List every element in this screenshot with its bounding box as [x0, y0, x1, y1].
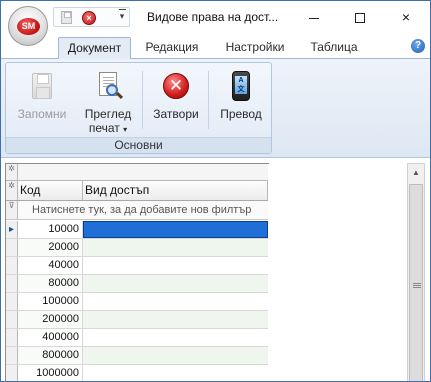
close-window-button[interactable]: × — [383, 1, 429, 33]
scrollbar-thumb[interactable] — [409, 184, 423, 381]
tab-table[interactable]: Таблица — [303, 37, 365, 59]
translate-phone-icon: A文 — [225, 71, 257, 103]
quick-close-button[interactable]: × — [81, 10, 97, 26]
row-indicator — [6, 293, 18, 310]
close-button[interactable]: ✕ Затвори — [146, 65, 206, 135]
cell-code[interactable]: 10000 — [18, 221, 83, 238]
cell-access-type[interactable] — [83, 347, 268, 364]
quick-save-button[interactable] — [59, 10, 75, 26]
grid-header-row: ✲ Код Вид достъп — [6, 181, 268, 201]
cell-code[interactable]: 400000 — [18, 329, 83, 346]
cell-code[interactable]: 20000 — [18, 239, 83, 256]
filter-icon: ⊽ — [6, 201, 18, 219]
translate-button-label: Превод — [220, 107, 262, 121]
tab-edit[interactable]: Редакция — [136, 37, 208, 59]
cell-code[interactable]: 200000 — [18, 311, 83, 328]
application-menu-button[interactable]: SM — [8, 6, 48, 46]
save-button-label: Запомни — [17, 107, 67, 121]
row-indicator — [6, 365, 18, 381]
chevron-down-icon: ▾ — [119, 11, 125, 21]
cell-access-type[interactable] — [83, 365, 268, 381]
cell-access-type[interactable] — [83, 257, 268, 274]
table-row[interactable]: 40000 — [6, 257, 268, 275]
table-row[interactable]: 200000 — [6, 311, 268, 329]
table-row[interactable]: 100000 — [6, 293, 268, 311]
group-panel-row[interactable]: ✲ — [6, 164, 268, 181]
cell-code[interactable]: 800000 — [18, 347, 83, 364]
print-preview-button[interactable]: Преглед печат ▾ — [78, 65, 138, 135]
print-preview-icon — [92, 71, 124, 103]
scroll-up-icon[interactable]: ▲ — [408, 165, 424, 181]
ribbon-group-label: Основни — [6, 137, 271, 153]
application-window: SM × ▾ Видове права на дост... × Докумен… — [0, 0, 431, 382]
cell-access-type[interactable] — [83, 275, 268, 292]
cell-access-type[interactable] — [83, 329, 268, 346]
chevron-down-icon: ▾ — [123, 125, 128, 134]
title-bar: SM × ▾ Видове права на дост... × — [1, 1, 430, 46]
ribbon-group-main: Запомни Преглед печат ▾ ✕ Затвори A文 Пре… — [5, 62, 272, 154]
maximize-icon — [355, 13, 365, 24]
row-indicator — [6, 329, 18, 346]
row-indicator — [6, 257, 18, 274]
close-icon: × — [401, 9, 411, 25]
filter-prompt: Натиснете тук, за да добавите нов филтър — [32, 204, 252, 216]
cell-code[interactable]: 100000 — [18, 293, 83, 310]
save-disk-icon — [61, 11, 72, 24]
group-panel-icon: ✲ — [6, 164, 18, 180]
tab-document[interactable]: Документ — [58, 37, 131, 59]
column-chooser-icon[interactable]: ✲ — [6, 181, 18, 200]
close-red-icon: ✕ — [160, 71, 192, 103]
customize-quick-access-button[interactable]: ▾ — [117, 7, 127, 25]
table-row[interactable]: 20000 — [6, 239, 268, 257]
filter-row[interactable]: ⊽ Натиснете тук, за да добавите нов филт… — [6, 201, 268, 220]
cell-code[interactable]: 80000 — [18, 275, 83, 292]
save-icon — [26, 71, 58, 103]
vertical-scrollbar[interactable]: ▲ — [407, 163, 425, 381]
column-header-code[interactable]: Код — [18, 181, 83, 200]
cell-code[interactable]: 1000000 — [18, 365, 83, 381]
data-grid: ✲ ✲ Код Вид достъп ⊽ Натиснете тук, за д… — [5, 163, 269, 381]
ribbon-separator — [208, 71, 209, 129]
scroll-grip-icon — [413, 283, 421, 288]
cell-access-type[interactable] — [83, 239, 268, 256]
maximize-button[interactable] — [337, 1, 383, 33]
ribbon-separator — [142, 71, 143, 129]
row-indicator — [6, 311, 18, 328]
cell-code[interactable]: 40000 — [18, 257, 83, 274]
print-preview-label: Преглед — [84, 107, 132, 121]
close-circle-icon: × — [82, 11, 96, 25]
help-icon[interactable]: ? — [411, 39, 425, 53]
customize-bar-icon — [118, 9, 126, 10]
row-indicator — [6, 239, 18, 256]
translate-button[interactable]: A文 Превод — [210, 65, 272, 135]
ribbon-panel: Запомни Преглед печат ▾ ✕ Затвори A文 Пре… — [1, 58, 430, 158]
cell-access-type[interactable] — [83, 221, 268, 238]
tab-settings[interactable]: Настройки — [214, 37, 296, 59]
cell-access-type[interactable] — [83, 311, 268, 328]
table-row[interactable]: ▸ 10000 — [6, 221, 268, 239]
table-row[interactable]: 80000 — [6, 275, 268, 293]
row-indicator — [6, 347, 18, 364]
minimize-button[interactable] — [291, 1, 337, 33]
table-row[interactable]: 1000000 — [6, 365, 268, 381]
current-row-indicator-icon: ▸ — [6, 221, 18, 238]
table-row[interactable]: 800000 — [6, 347, 268, 365]
print-preview-label-line2: печат ▾ — [78, 121, 138, 137]
minimize-icon — [309, 17, 319, 19]
row-indicator — [6, 275, 18, 292]
ribbon-tab-bar: Документ Редакция Настройки Таблица ? — [1, 35, 430, 59]
print-preview-label-2: печат — [88, 121, 120, 135]
table-row[interactable]: 400000 — [6, 329, 268, 347]
close-button-label: Затвори — [153, 107, 199, 121]
column-header-access-type[interactable]: Вид достъп — [83, 181, 268, 200]
close-x-glyph: ✕ — [163, 73, 189, 99]
save-button[interactable]: Запомни — [10, 65, 74, 135]
translate-screen-text: A文 — [235, 76, 247, 94]
window-title: Видове права на дост... — [147, 10, 279, 24]
sm-logo-icon: SM — [17, 18, 40, 35]
cell-access-type[interactable] — [83, 293, 268, 310]
content-area: ✲ ✲ Код Вид достъп ⊽ Натиснете тук, за д… — [1, 159, 430, 381]
